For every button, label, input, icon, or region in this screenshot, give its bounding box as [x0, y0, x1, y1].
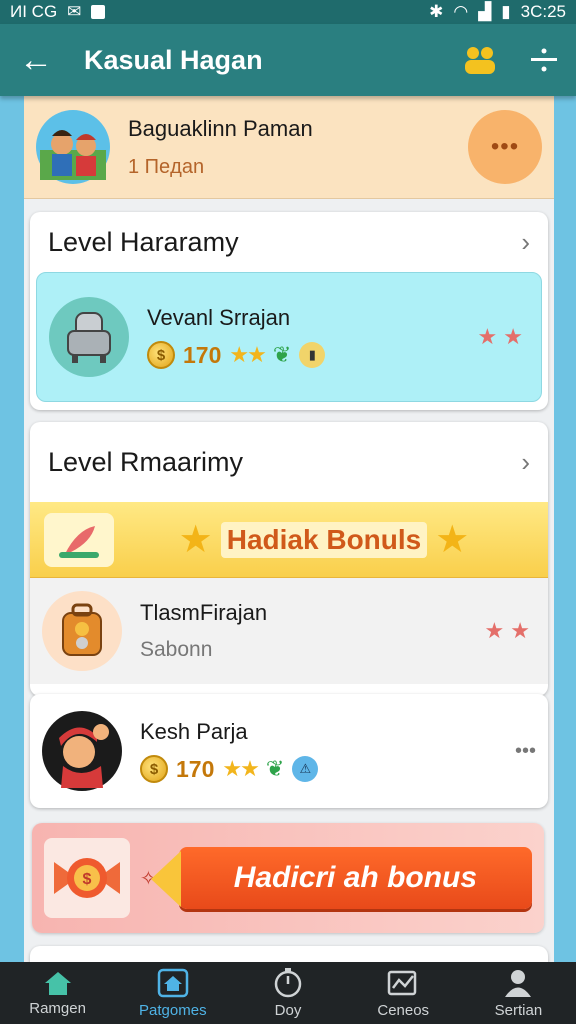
- profile-subtitle: 1 Пeдan: [128, 155, 205, 178]
- tab-label: Doy: [274, 1001, 302, 1019]
- level-header-2[interactable]: Level Rmaarimy ›: [30, 422, 548, 502]
- home-icon: [44, 971, 71, 995]
- tab-label: Patgomes: [139, 1001, 207, 1019]
- more-options-button[interactable]: •••: [468, 110, 542, 184]
- timer-icon: [274, 967, 302, 997]
- promo-label: Hadicri ah bonus: [233, 861, 478, 894]
- level-title-2: Level Rmaarimy: [48, 446, 244, 477]
- level-title-1: Level Hararamy: [48, 226, 239, 257]
- chart-icon: [387, 970, 417, 995]
- level-card-1: Level Hararamy › Vevanl Srrajan $ 170 ★★…: [30, 212, 548, 410]
- candy-icon: $: [44, 838, 130, 918]
- leaf-icon: ❦: [265, 756, 285, 781]
- profile-header[interactable]: Baguaklinn Paman 1 Пeдan •••: [24, 96, 554, 199]
- status-bar: ИI CG ✉ ✱ ◠ ▟ ▮ 3C:25: [0, 0, 576, 24]
- tab-sertian[interactable]: Sertian: [461, 962, 576, 1024]
- list-item-tlasm[interactable]: TlasmFirajan Sabonn ★★: [30, 578, 548, 684]
- backpack-avatar: [42, 591, 122, 671]
- tab-ramgen[interactable]: Ramgen: [0, 962, 115, 1024]
- list-item-kesh[interactable]: Kesh Parja $ 170 ★★ ❦ ⚠ •••: [30, 694, 548, 808]
- bonus-banner[interactable]: ★ Hadiak Bonuls ★: [30, 502, 548, 578]
- item-name: TlasmFirajan: [140, 600, 268, 625]
- feather-icon: [44, 512, 114, 567]
- home-outline-icon: [157, 968, 189, 997]
- level-header-1[interactable]: Level Hararamy ›: [30, 212, 548, 272]
- star-rating-icon: ★★: [222, 756, 259, 781]
- bottom-nav: Ramgen Patgomes Doy Ceneos Sertian: [0, 962, 576, 1024]
- pink-stars-icon: ★★: [477, 324, 529, 349]
- battery-icon: ▮: [501, 2, 511, 21]
- coin-icon: $: [147, 341, 175, 369]
- svg-text:$: $: [83, 871, 92, 888]
- coin-count: 170: [176, 755, 215, 782]
- item-subtitle: Sabonn: [140, 638, 213, 661]
- tab-label: Ramgen: [29, 999, 86, 1017]
- more-options-button[interactable]: •••: [515, 740, 536, 763]
- person-avatar: [42, 711, 122, 791]
- star-rating-icon: ★★: [229, 342, 266, 367]
- warning-badge-icon: ⚠: [292, 756, 319, 782]
- notification-icon: ✉: [67, 2, 82, 21]
- group-icon[interactable]: [448, 24, 512, 96]
- item-name: Vevanl Srrajan: [147, 305, 291, 330]
- tab-label: Sertian: [494, 1001, 543, 1019]
- star-icon: ★: [178, 519, 213, 561]
- arrow-left-icon: [150, 851, 181, 907]
- chevron-right-icon[interactable]: ›: [521, 447, 530, 478]
- coin-icon: $: [140, 755, 168, 783]
- item-name: Kesh Parja: [140, 719, 248, 744]
- pink-stars-icon: ★★: [484, 618, 536, 643]
- back-arrow-icon[interactable]: ←: [0, 24, 72, 96]
- content-area: Baguaklinn Paman 1 Пeдan ••• Level Harar…: [24, 96, 554, 962]
- bluetooth-icon: ✱: [429, 2, 444, 21]
- promo-banner[interactable]: $ ✧ Hadicri ah bonus: [32, 823, 544, 933]
- promo-bonus-button[interactable]: Hadicri ah bonus: [150, 847, 532, 909]
- list-item-vevanl[interactable]: Vevanl Srrajan $ 170 ★★ ❦ ▮ ★★: [36, 272, 542, 402]
- notification-square-icon: [91, 5, 106, 19]
- tab-label: Ceneos: [377, 1001, 430, 1019]
- chevron-right-icon[interactable]: ›: [521, 227, 530, 258]
- person-icon: [505, 969, 532, 997]
- tab-ceneos[interactable]: Ceneos: [346, 962, 461, 1024]
- divide-menu-icon[interactable]: [512, 24, 576, 96]
- leaf-icon: ❦: [272, 342, 292, 367]
- bonus-label: Hadiak Bonuls: [220, 521, 428, 558]
- armchair-avatar: [49, 297, 129, 377]
- list-item-partial[interactable]: [30, 946, 548, 962]
- carrier-text: ИI CG: [10, 2, 58, 21]
- profile-name: Baguaklinn Paman: [128, 115, 313, 141]
- page-title: Kasual Hagan: [84, 44, 263, 75]
- app-bar: ← Kasual Hagan: [0, 24, 576, 96]
- avatar: [36, 110, 110, 184]
- tab-doy[interactable]: Doy: [230, 962, 345, 1024]
- star-icon: ★: [435, 519, 470, 561]
- tab-patgomes[interactable]: Patgomes: [115, 962, 230, 1024]
- clock-text: 3C:25: [520, 2, 566, 21]
- coin-count: 170: [183, 341, 222, 368]
- wifi-icon: ◠: [453, 2, 469, 21]
- battery-badge-icon: ▮: [299, 342, 326, 368]
- level-card-2: Level Rmaarimy › ★ Hadiak Bonuls ★ Tlasm…: [30, 422, 548, 696]
- signal-icon: ▟: [478, 2, 492, 21]
